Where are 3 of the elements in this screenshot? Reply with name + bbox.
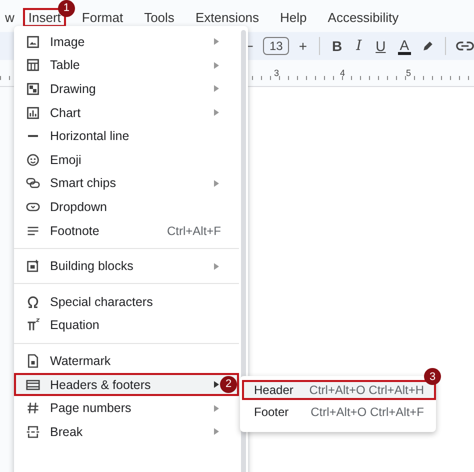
ruler-number: 3 — [274, 68, 280, 78]
ruler-number: 5 — [406, 68, 412, 78]
ruler-number: 4 — [340, 68, 346, 78]
